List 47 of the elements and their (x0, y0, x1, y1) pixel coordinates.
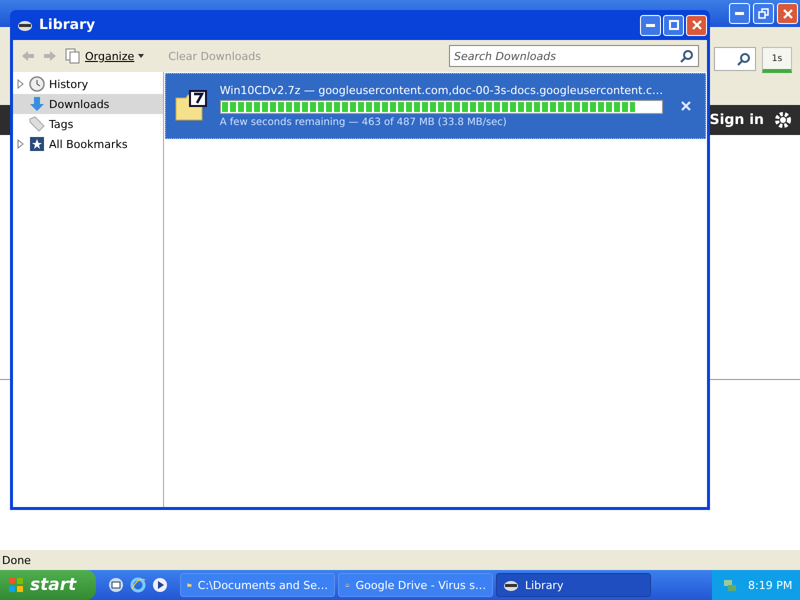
minimize-button[interactable] (729, 3, 750, 24)
minimize-icon (735, 12, 744, 15)
caret-icon (138, 54, 144, 58)
maximize-button[interactable] (663, 14, 684, 36)
star-book-icon (29, 136, 45, 152)
clock: 8:19 PM (748, 578, 792, 592)
windows-flag-icon (8, 577, 24, 593)
search-icon[interactable] (680, 49, 694, 63)
expand-arrow-icon[interactable] (17, 139, 25, 149)
restore-button[interactable] (753, 3, 774, 24)
settings-icon[interactable] (774, 111, 792, 129)
close-button[interactable] (686, 14, 707, 36)
close-button[interactable] (777, 3, 798, 24)
taskbar-button[interactable]: Library (496, 573, 651, 597)
globe-e-icon[interactable] (130, 577, 146, 593)
toolbar-button[interactable]: 1s (762, 47, 792, 73)
window-title: Library (39, 17, 96, 33)
pages-icon (65, 48, 81, 64)
expand-arrow-icon[interactable] (17, 79, 25, 89)
search-field[interactable]: Search Downloads (449, 45, 699, 67)
download-arrow-icon (29, 96, 45, 112)
sidebar-item[interactable]: All Bookmarks (13, 134, 163, 154)
restore-icon (758, 8, 769, 19)
archive-file-icon (174, 90, 208, 122)
sidebar-item[interactable]: History (13, 74, 163, 94)
download-row[interactable]: Win10CDv2.7z — googleusercontent.com,doc-00-3s-docs.googleusercontent.c… A few seconds remaining — 463 of 487 MB (33.8 MB/sec) (164, 73, 706, 139)
email-icon[interactable] (108, 577, 124, 593)
download-status: A few seconds remaining — 463 of 487 MB (33.8 MB/sec) (220, 117, 508, 128)
search-icon[interactable] (737, 52, 751, 66)
status-text: Done (2, 554, 31, 566)
minimize-button[interactable] (640, 14, 661, 36)
minimize-icon (646, 24, 655, 26)
close-icon (782, 8, 792, 18)
play-icon[interactable] (152, 577, 168, 593)
download-file-name: Win10CDv2.7z — googleusercontent.com,doc-00-3s-docs.googleusercontent.c… (220, 84, 663, 97)
close-icon (692, 20, 702, 30)
sidebar-item[interactable]: Downloads (13, 94, 163, 114)
organize-button[interactable]: Organize (65, 48, 144, 64)
close-icon (681, 100, 691, 110)
taskbar-button[interactable]: Google Drive - Virus s… (338, 573, 493, 597)
search-field[interactable] (714, 47, 756, 71)
maximize-icon (668, 20, 678, 30)
clock-icon (29, 76, 45, 92)
taskbar-button[interactable]: C:\Documents and Se… (180, 573, 335, 597)
sign-in-link[interactable]: Sign in (709, 112, 764, 128)
tag-icon (29, 116, 45, 132)
sidebar-item[interactable]: Tags (13, 114, 163, 134)
